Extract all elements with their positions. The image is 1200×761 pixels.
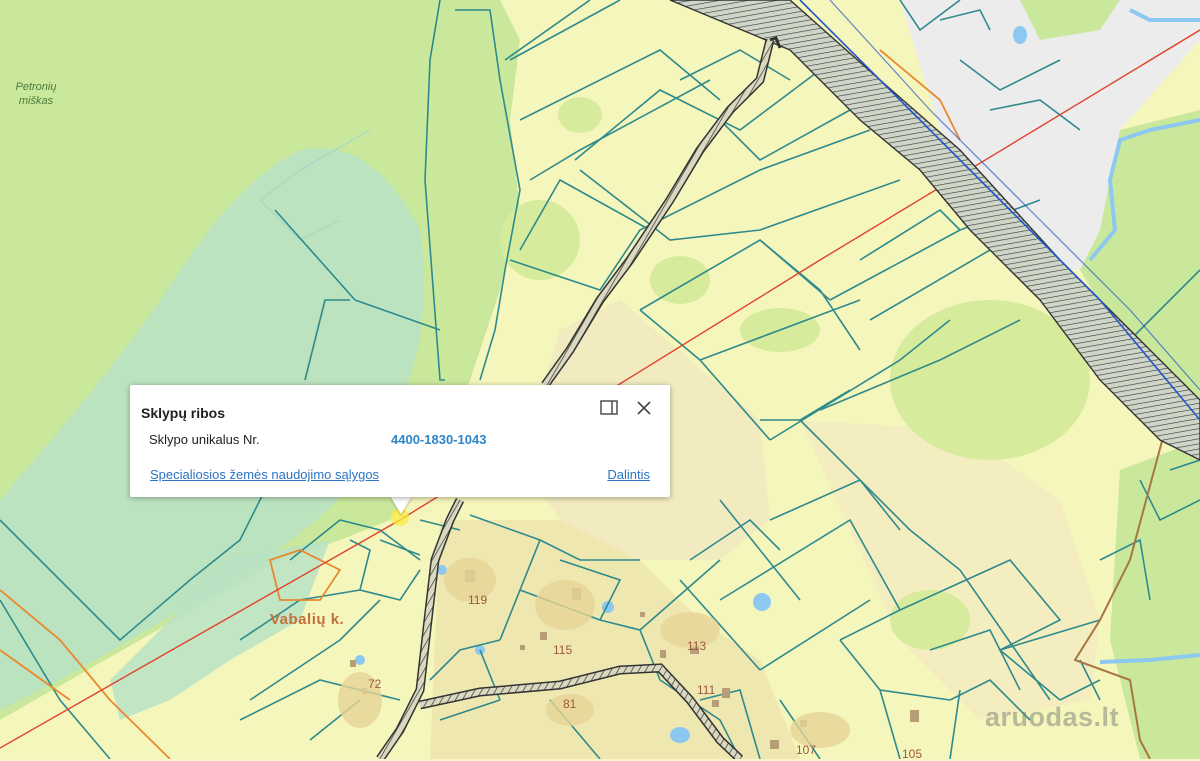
- pond: [670, 727, 690, 743]
- popup-title: Sklypų ribos: [141, 405, 226, 421]
- parcel-info-popup: Sklypų ribos Sklypo unikalus Nr. 4400-18…: [130, 385, 670, 497]
- village-name-label: Vabalių k.: [270, 611, 345, 628]
- house-number: 119: [468, 593, 488, 607]
- house-number: 115: [553, 643, 573, 657]
- pond: [355, 655, 365, 665]
- green-patch: [500, 200, 580, 280]
- house-number: 111: [697, 683, 716, 697]
- house-number: 81: [563, 697, 577, 711]
- watermark-logo: aruodas.lt: [985, 702, 1120, 732]
- green-patch: [558, 97, 602, 133]
- share-link[interactable]: Dalintis: [607, 467, 650, 482]
- pond: [1013, 26, 1027, 44]
- special-land-use-link[interactable]: Specialiosios žemės naudojimo sąlygos: [150, 467, 379, 482]
- parcel-number-value[interactable]: 4400-1830-1043: [391, 432, 486, 447]
- forest-name-label: Petronių miškas: [15, 81, 57, 107]
- map-canvas[interactable]: [0, 0, 1200, 759]
- close-icon[interactable]: [634, 398, 654, 418]
- green-patch: [650, 256, 710, 304]
- popup-tail: [390, 496, 412, 514]
- parcel-number-label: Sklypo unikalus Nr.: [149, 432, 260, 447]
- house-number: 107: [796, 743, 817, 757]
- house-number: 72: [368, 677, 382, 691]
- yard: [535, 580, 595, 630]
- pond: [753, 593, 771, 611]
- house-number: 113: [687, 639, 707, 653]
- dock-panel-icon[interactable]: [599, 398, 619, 418]
